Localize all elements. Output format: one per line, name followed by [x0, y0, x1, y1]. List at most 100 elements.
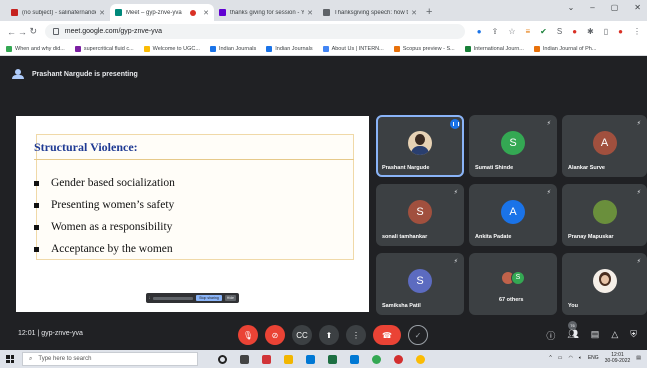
host-controls-icon[interactable]: ⛨	[630, 329, 637, 342]
participant-tile[interactable]: ⚡︎ A Ankita Padate	[469, 184, 557, 246]
bookmark[interactable]: Indian Journal of Ph...	[533, 45, 596, 52]
profile-icon[interactable]: ●	[618, 27, 623, 36]
camera-icon[interactable]: ●	[477, 27, 482, 36]
tab-title: Meet – gyp-znve-yva	[126, 9, 182, 16]
windows-start-icon[interactable]	[6, 355, 14, 363]
bookmark-icon	[6, 45, 12, 52]
bookmarks-bar: When and why did... supercritical fluid …	[0, 42, 647, 56]
hide-button[interactable]: Hide	[224, 295, 236, 301]
check-icon[interactable]: ✔	[540, 27, 547, 36]
record-extension-icon[interactable]: ●	[572, 27, 577, 36]
tab-meet[interactable]: Meet – gyp-znve-yva ✕	[110, 4, 214, 21]
participant-tile[interactable]: ⚡︎ S Sumati Shinde	[469, 115, 557, 177]
chrome-icon[interactable]	[416, 354, 425, 364]
battery-icon[interactable]: ▭	[558, 355, 563, 361]
close-icon[interactable]: ✕	[411, 9, 417, 17]
avatar: S	[408, 268, 432, 293]
back-icon[interactable]: ←	[6, 27, 17, 37]
participant-tile[interactable]: ⚡︎ A Alankar Surve	[562, 115, 647, 177]
opera-icon[interactable]	[394, 354, 403, 364]
mail-icon[interactable]	[262, 354, 271, 364]
participant-name: Samiksha Patil	[382, 303, 421, 309]
language-indicator[interactable]: ENG	[588, 355, 599, 361]
reload-icon[interactable]: ↻	[28, 26, 39, 37]
s-extension-icon[interactable]: S	[557, 27, 562, 36]
participant-tile[interactable]: ⚡︎ Pranay Mapuskar	[562, 184, 647, 246]
search-icon: ⌕	[29, 355, 33, 362]
extension-icon[interactable]: ≡	[525, 27, 530, 36]
clock[interactable]: 12:01 30-09-2022	[605, 352, 631, 364]
avatar: A	[592, 130, 617, 155]
excel-icon[interactable]	[328, 354, 337, 364]
captions-button[interactable]: CC	[292, 325, 312, 345]
minimize-icon[interactable]: –	[590, 3, 594, 12]
system-tray: ^ ▭ ◠ 🔈︎ ENG 12:01 30-09-2022 ▤	[549, 352, 641, 364]
bookmark-icon	[533, 45, 540, 52]
url-input[interactable]: meet.google.com/gyp-znve-yva	[44, 24, 465, 39]
outlook-icon[interactable]	[350, 354, 359, 364]
tab-yahoo[interactable]: thanks giving for session - Yahoo ✕	[214, 4, 318, 21]
people-icon[interactable]: 👥︎	[567, 329, 578, 342]
tab-gmail[interactable]: (no subject) - salinafernandes22 ✕	[6, 4, 110, 21]
info-icon[interactable]: ⓘ	[546, 329, 555, 342]
windows-taskbar: ⌕ Type here to search ^ ▭ ◠ 🔈︎ ENG 12:01…	[0, 350, 647, 368]
others-tile[interactable]: S 67 others	[469, 253, 557, 315]
bookmark[interactable]: Indian Journals	[266, 45, 313, 52]
camera-off-button[interactable]: ⊘	[265, 325, 285, 345]
self-tile[interactable]: ⚡︎ You	[562, 253, 647, 315]
bookmark[interactable]: When and why did...	[6, 45, 65, 52]
mic-off-icon: ⚡︎	[546, 190, 551, 196]
bookmark[interactable]: Scopus preview - S...	[393, 45, 455, 52]
star-icon[interactable]: ☆	[508, 27, 515, 36]
notifications-icon[interactable]: ▤	[636, 355, 641, 361]
cortana-icon[interactable]	[218, 354, 227, 364]
extensions: ● ⇪ ☆ ≡ ✔ S ● ✱ ▯ ● ⋮	[477, 27, 641, 36]
bookmark[interactable]: supercritical fluid c...	[74, 45, 134, 52]
bookmark[interactable]: Indian Journals	[209, 45, 256, 52]
check-icon[interactable]: ✓	[408, 325, 428, 345]
close-icon[interactable]: ✕	[307, 9, 313, 17]
forward-icon[interactable]: →	[17, 27, 28, 37]
more-options-button[interactable]: ⋮	[346, 325, 366, 345]
activities-icon[interactable]: △	[611, 329, 618, 342]
close-window-icon[interactable]: ✕	[634, 3, 641, 12]
participant-tile[interactable]: Prashant Nargude	[376, 115, 464, 177]
tab-thanksgiving[interactable]: Thanksgiving speech: how to pre ✕	[318, 4, 422, 21]
share-icon[interactable]: ⇪	[492, 27, 499, 36]
participant-tile[interactable]: ⚡︎ S sonali tamhankar	[376, 184, 464, 246]
volume-icon[interactable]: 🔈︎	[579, 355, 582, 361]
chrome-icon[interactable]	[372, 354, 381, 364]
wifi-icon[interactable]: ◠	[568, 355, 572, 361]
window-controls: ⌄ – ▢ ✕	[568, 3, 641, 12]
bookmark[interactable]: About Us | INTERN...	[322, 45, 384, 52]
task-view-icon[interactable]	[240, 354, 249, 364]
bookmark-icon	[393, 45, 400, 52]
participant-tile[interactable]: ⚡︎ S Samiksha Patil	[376, 253, 464, 315]
sidebar-icon[interactable]: ▯	[604, 27, 608, 36]
store-icon[interactable]	[306, 354, 315, 364]
close-icon[interactable]: ✕	[99, 9, 105, 17]
new-tab-button[interactable]: +	[426, 4, 432, 21]
tab-title: (no subject) - salinafernandes22	[22, 9, 96, 16]
lock-icon	[52, 28, 59, 35]
call-controls: 🎙︎ ⊘ CC ⬆ ⋮ ☎︎ ✓	[238, 325, 428, 345]
taskbar-search-input[interactable]: ⌕ Type here to search	[22, 352, 198, 366]
chat-icon[interactable]: ▤	[591, 329, 600, 342]
mic-off-button[interactable]: 🎙︎	[238, 325, 258, 345]
chevron-down-icon[interactable]: ⌄	[568, 3, 575, 12]
menu-icon[interactable]: ⋮	[633, 27, 641, 36]
bookmark[interactable]: International Journ...	[464, 45, 524, 52]
end-call-button[interactable]: ☎︎	[373, 325, 401, 345]
bookmark[interactable]: Welcome to UGC...	[143, 45, 200, 52]
clock-date: 30-09-2022	[604, 358, 631, 364]
present-button[interactable]: ⬆	[319, 325, 339, 345]
bookmark-icon	[266, 45, 273, 52]
avatar: A	[501, 199, 525, 224]
avatar	[592, 199, 617, 224]
puzzle-icon[interactable]: ✱	[587, 27, 594, 36]
chevron-up-icon[interactable]: ^	[549, 355, 551, 361]
close-icon[interactable]: ✕	[203, 9, 209, 17]
maximize-icon[interactable]: ▢	[611, 3, 619, 12]
stop-sharing-button[interactable]: Stop sharing	[196, 295, 222, 301]
explorer-icon[interactable]	[284, 354, 293, 364]
